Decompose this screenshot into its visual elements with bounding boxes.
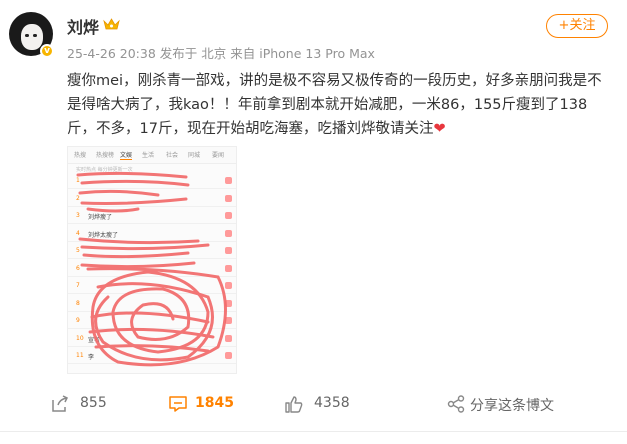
avatar-eye-left <box>25 34 29 37</box>
post-meta: 25-4-26 20:38 发布于 北京 来自 iPhone 13 Pro Ma… <box>67 43 375 62</box>
forward-button[interactable]: 855 <box>50 394 120 414</box>
forward-count: 855 <box>80 395 107 411</box>
post-time[interactable]: 25-4-26 20:38 <box>67 46 156 61</box>
comment-icon <box>169 396 187 412</box>
share-label: 分享这条博文 <box>470 398 554 414</box>
avatar-eye-right <box>33 34 37 37</box>
share-icon <box>447 395 465 413</box>
comment-button[interactable]: 1845 <box>168 394 248 414</box>
post-source: 来自 iPhone 13 Pro Max <box>230 46 375 61</box>
post-image[interactable]: 热搜 热搜榜 文娱 生活 社会 同城 要闻 实时热点 每分钟更新一次 1 2 3 刘烨瘦了 4 刘烨太… <box>67 146 237 374</box>
avatar-face <box>21 24 43 50</box>
post-content: 瘦你mei，刚杀青一部戏，讲的是极不容易又极传奇的一段历史，好多亲朋问我是不是得… <box>67 69 615 141</box>
divider <box>0 431 627 432</box>
post-location: 发布于 北京 <box>159 46 227 61</box>
verified-badge-icon: v <box>40 44 54 58</box>
comment-count: 1845 <box>195 395 234 411</box>
forward-icon <box>52 395 69 412</box>
like-icon <box>285 396 303 413</box>
post-text: 瘦你mei，刚杀青一部戏，讲的是极不容易又极传奇的一段历史，好多亲朋问我是不是得… <box>67 73 602 137</box>
like-count: 4358 <box>314 395 350 411</box>
action-bar: 855 1845 4358 分享这条博文 <box>0 386 627 420</box>
heart-emoji-icon: ❤ <box>433 121 446 137</box>
red-scribble-overlay <box>76 171 227 367</box>
share-button[interactable]: 分享这条博文 <box>446 394 556 414</box>
author-name[interactable]: 刘烨 <box>67 14 99 38</box>
weibo-post-card: v 刘烨 25-4-26 20:38 发布于 北京 来自 iPhone 13 P… <box>0 0 627 444</box>
follow-button[interactable]: +关注 <box>546 14 608 38</box>
like-button[interactable]: 4358 <box>284 394 364 414</box>
crown-icon <box>103 18 120 30</box>
